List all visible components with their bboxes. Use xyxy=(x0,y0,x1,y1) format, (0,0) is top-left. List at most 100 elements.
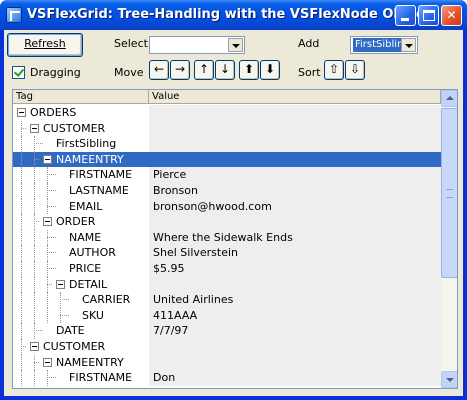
table-row[interactable]: FirstSibling xyxy=(13,136,441,152)
value-cell[interactable]: 7/7/97 xyxy=(149,323,441,339)
tag-cell[interactable]: PRICE xyxy=(13,260,149,277)
tag-cell[interactable]: NAMEENTRY xyxy=(13,151,149,168)
tree-line xyxy=(21,323,22,339)
collapse-icon[interactable] xyxy=(30,341,39,351)
table-row[interactable]: NAME Where the Sidewalk Ends xyxy=(13,229,441,246)
select-label: Select xyxy=(114,37,148,50)
dragging-label[interactable]: Dragging xyxy=(30,66,81,79)
tree-line xyxy=(47,377,56,379)
scroll-down-button[interactable] xyxy=(441,371,457,388)
tag-cell[interactable]: CUSTOMER xyxy=(13,120,149,137)
value-cell[interactable]: Pierce xyxy=(149,167,441,183)
table-row[interactable]: ORDER xyxy=(13,214,441,230)
value-cell[interactable] xyxy=(149,214,441,230)
scroll-up-button[interactable] xyxy=(441,90,457,107)
table-row[interactable]: CUSTOMER xyxy=(13,120,441,137)
table-row[interactable]: CUSTOMER xyxy=(13,338,441,355)
table-row[interactable]: LASTNAME Bronson xyxy=(13,182,441,199)
tree-line xyxy=(34,307,35,324)
collapse-icon[interactable] xyxy=(17,108,26,117)
minimize-button[interactable] xyxy=(395,5,416,26)
table-row[interactable]: CARRIER United Airlines xyxy=(13,292,441,308)
tag-cell[interactable]: FIRSTNAME xyxy=(13,167,149,183)
tag-cell[interactable]: CUSTOMER xyxy=(13,338,149,355)
select-dropdown[interactable] xyxy=(149,36,245,54)
tag-cell[interactable]: AUTHOR xyxy=(13,245,149,261)
table-row[interactable]: NAMEENTRY xyxy=(13,151,441,168)
table-row[interactable]: NAMEENTRY xyxy=(13,354,441,371)
window-title: VSFlexGrid: Tree-Handling with the VSFle… xyxy=(27,7,430,22)
close-button[interactable]: ✕ xyxy=(441,5,462,26)
tag-cell[interactable]: FirstSibling xyxy=(13,136,149,152)
column-header-tag[interactable]: Tag xyxy=(13,90,149,104)
value-cell[interactable]: Shel Silverstein xyxy=(149,245,441,261)
collapse-icon[interactable] xyxy=(43,217,52,227)
tree-line xyxy=(34,229,35,246)
column-header-value[interactable]: Value xyxy=(149,90,441,104)
add-dropdown[interactable]: FirstSibling xyxy=(350,36,418,54)
collapse-icon[interactable] xyxy=(43,357,52,367)
value-cell[interactable]: bronson@hwood.com xyxy=(149,198,441,215)
tag-cell[interactable]: ORDER xyxy=(13,214,149,230)
value-cell[interactable] xyxy=(149,354,441,371)
tag-cell[interactable]: LASTNAME xyxy=(13,182,149,199)
table-row[interactable]: DETAIL xyxy=(13,276,441,293)
tag-label: ORDERS xyxy=(30,106,77,119)
value-cell[interactable]: Where the Sidewalk Ends xyxy=(149,229,441,246)
sort-descending-button[interactable]: ⇩ xyxy=(345,60,365,80)
move-up-button[interactable]: ↑ xyxy=(194,60,214,80)
title-bar[interactable]: VSFlexGrid: Tree-Handling with the VSFle… xyxy=(0,0,467,30)
table-row[interactable]: FIRSTNAME Pierce xyxy=(13,167,441,183)
move-bottom-button[interactable]: ⬇ xyxy=(260,60,280,80)
scroll-thumb[interactable] xyxy=(441,108,457,278)
minimize-icon xyxy=(401,18,409,21)
tag-cell[interactable]: NAME xyxy=(13,229,149,246)
refresh-button[interactable]: Refresh xyxy=(7,33,83,57)
value-cell[interactable] xyxy=(149,120,441,137)
value-cell[interactable]: United Airlines xyxy=(149,292,441,308)
table-row[interactable]: PRICE $5.95 xyxy=(13,260,441,277)
dragging-checkbox[interactable] xyxy=(12,66,25,79)
tag-cell[interactable]: FIRSTNAME xyxy=(13,370,149,386)
tag-label: NAMEENTRY xyxy=(56,152,124,166)
tag-cell[interactable]: ORDERS xyxy=(13,105,149,121)
value-cell[interactable] xyxy=(149,136,441,152)
add-value: FirstSibling xyxy=(352,37,402,53)
collapse-icon[interactable] xyxy=(56,279,65,289)
move-down-button[interactable]: ↓ xyxy=(215,60,235,80)
value-cell[interactable]: Bronson xyxy=(149,182,441,199)
maximize-button[interactable] xyxy=(418,5,439,26)
vertical-scrollbar[interactable] xyxy=(441,90,457,388)
app-icon xyxy=(6,7,22,23)
value-cell[interactable]: $5.95 xyxy=(149,260,441,277)
table-row[interactable]: ORDERS xyxy=(13,105,441,121)
tag-cell[interactable]: SKU xyxy=(13,307,149,324)
tree-grid[interactable]: Tag Value ORDERS CUSTOMER FirstSibling NAME… xyxy=(12,89,458,389)
tag-cell[interactable]: DATE xyxy=(13,323,149,339)
tree-line xyxy=(47,174,56,176)
value-cell[interactable]: Don xyxy=(149,370,441,386)
collapse-icon[interactable] xyxy=(43,154,52,164)
value-cell[interactable] xyxy=(149,151,441,168)
table-row[interactable]: AUTHOR Shel Silverstein xyxy=(13,245,441,261)
table-row[interactable]: FIRSTNAME Don xyxy=(13,370,441,386)
tag-cell[interactable]: DETAIL xyxy=(13,276,149,293)
collapse-icon[interactable] xyxy=(30,123,39,133)
value-cell[interactable] xyxy=(149,276,441,293)
chevron-down-icon[interactable] xyxy=(401,38,416,52)
tree-line xyxy=(21,260,22,277)
sort-ascending-button[interactable]: ⇧ xyxy=(324,60,344,80)
table-row[interactable]: DATE 7/7/97 xyxy=(13,323,441,339)
table-row[interactable]: SKU 411AAA xyxy=(13,307,441,324)
tag-cell[interactable]: CARRIER xyxy=(13,292,149,308)
move-top-button[interactable]: ⬆ xyxy=(239,60,259,80)
tag-cell[interactable]: EMAIL xyxy=(13,198,149,215)
tag-cell[interactable]: NAMEENTRY xyxy=(13,354,149,371)
chevron-down-icon[interactable] xyxy=(228,38,243,52)
move-right-button[interactable]: → xyxy=(170,60,190,80)
move-left-button[interactable]: ← xyxy=(149,60,169,80)
value-cell[interactable] xyxy=(149,338,441,355)
table-row[interactable]: EMAIL bronson@hwood.com xyxy=(13,198,441,215)
value-cell[interactable] xyxy=(149,105,441,121)
value-cell[interactable]: 411AAA xyxy=(149,307,441,324)
